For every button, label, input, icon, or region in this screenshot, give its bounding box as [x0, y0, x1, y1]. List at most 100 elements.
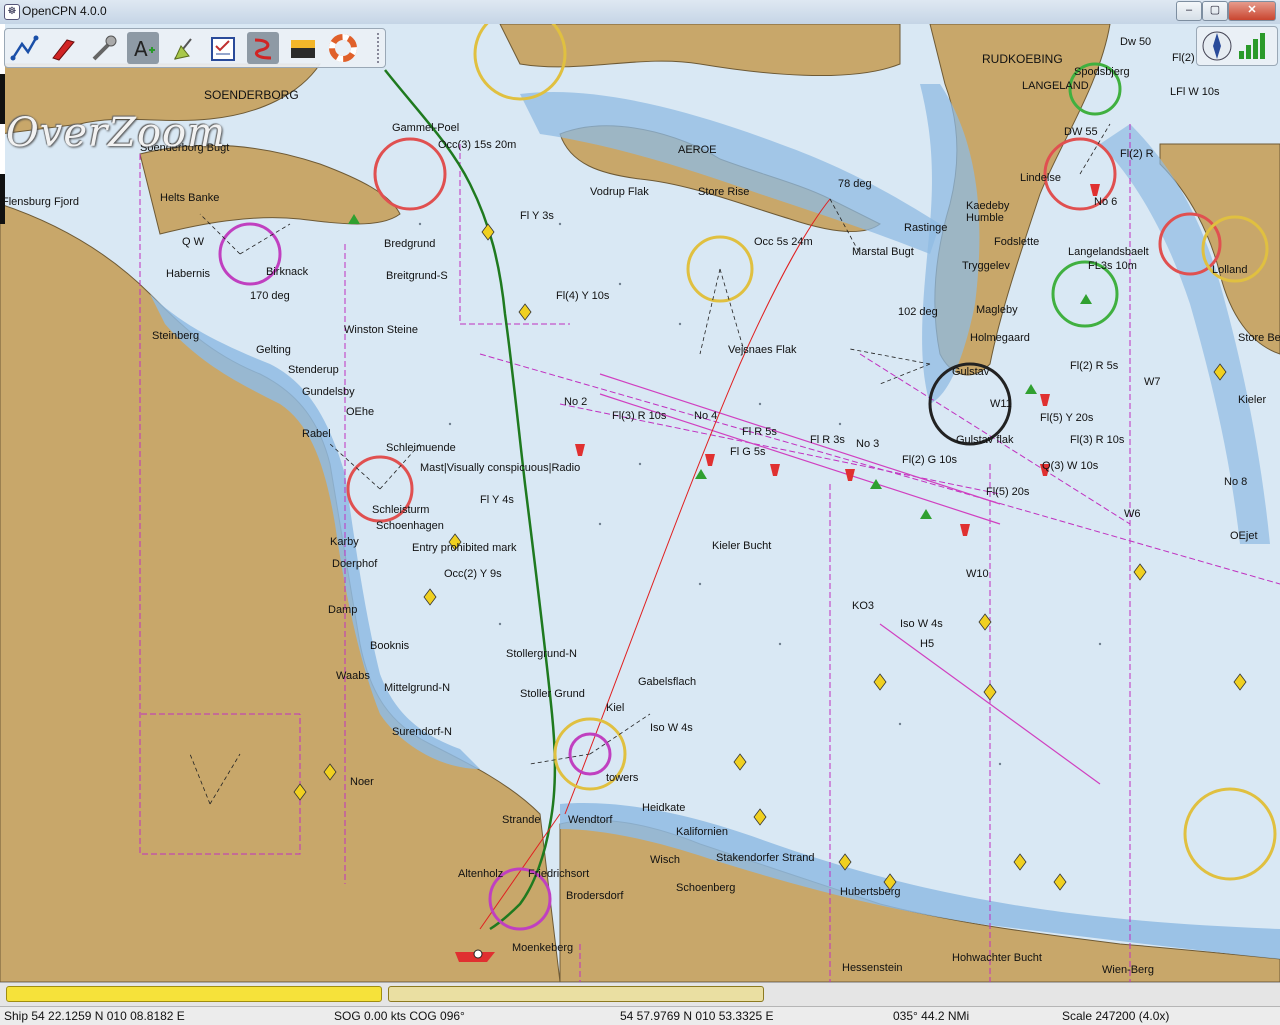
label-vejsnaes-flak: Vejsnaes Flak	[728, 344, 797, 356]
maximize-button[interactable]: ▢	[1202, 1, 1228, 21]
ship-icon[interactable]	[47, 32, 79, 64]
mark-icon[interactable]	[167, 32, 199, 64]
label-moenkeberg: Moenkeberg	[512, 942, 574, 954]
label-oehe: OEhe	[346, 406, 375, 418]
label-stollergrund-n: Stollergrund-N	[506, 648, 577, 660]
status-bearing-distance: 035° 44.2 NMi	[893, 1009, 970, 1023]
status-ship-position: Ship 54 22.1259 N 010 08.8182 E	[4, 1009, 185, 1023]
label-store-rise: Store Rise	[698, 186, 750, 198]
label-occ-5s-24m: Occ 5s 24m	[754, 236, 813, 248]
label-w7: W7	[1144, 376, 1161, 388]
label-surendorf-n: Surendorf-N	[392, 726, 452, 738]
label-stoller-grund: Stoller Grund	[520, 688, 585, 700]
svg-text:A: A	[134, 37, 148, 61]
chart-bar-active[interactable]	[6, 986, 382, 1002]
label-w11: W11	[990, 398, 1012, 410]
label-gabelsflach: Gabelsflach	[638, 676, 697, 688]
text-icon[interactable]: A	[127, 32, 159, 64]
label-helts-banke: Helts Banke	[160, 192, 220, 204]
label-rabel: Rabel	[302, 428, 331, 440]
label-gundelsby: Gundelsby	[302, 386, 355, 398]
mob-icon[interactable]	[327, 32, 359, 64]
label-h5: H5	[920, 638, 935, 650]
label-q3-w-10s: Q(3) W 10s	[1042, 460, 1099, 472]
track-icon[interactable]	[247, 32, 279, 64]
label-fodslette: Fodslette	[994, 236, 1040, 248]
label-doerphof: Doerphof	[332, 558, 378, 570]
status-sog-cog: SOG 0.00 kts COG 096°	[334, 1009, 465, 1023]
label-fl2: Fl(2)	[1172, 52, 1195, 64]
label-fl-g-5s: Fl G 5s	[730, 446, 766, 458]
label-no-3: No 3	[856, 438, 880, 450]
label-fl5-y-20s: Fl(5) Y 20s	[1040, 412, 1094, 424]
label-towers: towers	[606, 772, 639, 784]
label-bredgrund: Bredgrund	[384, 238, 436, 250]
main-toolbar: A	[4, 28, 386, 68]
label-lindelse: Lindelse	[1020, 172, 1061, 184]
minimize-button[interactable]: –	[1176, 1, 1202, 21]
label-stenderup: Stenderup	[288, 364, 339, 376]
toolbar-grip[interactable]	[377, 33, 383, 63]
label-schoenhagen: Schoenhagen	[376, 520, 444, 532]
label-habernis: Habernis	[166, 268, 211, 280]
label-kieler: Kieler	[1238, 394, 1267, 406]
chart-bar-inactive[interactable]	[388, 986, 764, 1002]
label-fl2-g-10s: Fl(2) G 10s	[902, 454, 958, 466]
chart-graphics	[0, 24, 1280, 982]
label-no-4: No 4	[694, 410, 718, 422]
label-damp: Damp	[328, 604, 358, 616]
label-no-8: No 8	[1224, 476, 1248, 488]
label-gulstav: Gulstav	[952, 366, 990, 378]
label-kieler-bucht: Kieler Bucht	[712, 540, 772, 552]
label-ko3: KO3	[852, 600, 875, 612]
opencpn-app-icon[interactable]: ☸	[4, 4, 20, 20]
label-lfl-w-10s: LFl W 10s	[1170, 86, 1220, 98]
label-friedrichsort: Friedrichsort	[528, 868, 590, 880]
settings-icon[interactable]	[87, 32, 119, 64]
label-fl3s-10m: FL3s 10m	[1088, 260, 1137, 272]
route-manager-icon[interactable]	[207, 32, 239, 64]
label-tryggelev: Tryggelev	[962, 260, 1010, 272]
label-karby: Karby	[330, 536, 359, 548]
label-hohwachter-bucht: Hohwachter Bucht	[952, 952, 1042, 964]
label-no-6: No 6	[1094, 196, 1118, 208]
label-iso-w-4s-b: Iso W 4s	[650, 722, 693, 734]
route-icon[interactable]	[8, 32, 40, 64]
chart-bar	[0, 982, 1280, 1007]
label-vodrup-flak: Vodrup Flak	[590, 186, 649, 198]
label-gammel-poel: Gammel-Poel	[392, 122, 460, 134]
label-waabs: Waabs	[336, 670, 370, 682]
label-170-deg: 170 deg	[250, 290, 290, 302]
label-hubertsberg: Hubertsberg	[840, 886, 901, 898]
label-rudkoebing: RUDKOEBING	[982, 52, 1063, 66]
label-entry-prohibited: Entry prohibited mark	[412, 542, 517, 554]
label-steinberg: Steinberg	[152, 330, 200, 342]
tide-icon[interactable]	[287, 32, 319, 64]
label-oejet: OEjet	[1230, 530, 1258, 542]
label-fl-r-5s: Fl R 5s	[742, 426, 777, 438]
label-soenderborg: SOENDERBORG	[204, 88, 299, 102]
status-cursor-position: 54 57.9769 N 010 53.3325 E	[620, 1009, 774, 1023]
label-store-bel: Store Bel	[1238, 332, 1280, 344]
label-wisch: Wisch	[650, 854, 680, 866]
window-title: OpenCPN 4.0.0	[22, 4, 107, 18]
label-stakendorfer-strand: Stakendorfer Strand	[716, 852, 815, 864]
compass-icon	[1202, 31, 1232, 61]
label-schoenberg: Schoenberg	[676, 882, 736, 894]
label-aeroe: AEROE	[678, 144, 717, 156]
label-occ2-y-9s: Occ(2) Y 9s	[444, 568, 502, 580]
label-fl-y-3s: Fl Y 3s	[520, 210, 554, 222]
label-strande: Strande	[502, 814, 541, 826]
compass-gps-panel[interactable]	[1196, 26, 1278, 66]
nautical-chart-canvas[interactable]: SOENDERBORG RUDKOEBING LANGELAND AEROE G…	[0, 24, 1280, 982]
label-kalifornien: Kalifornien	[676, 826, 728, 838]
label-102-deg: 102 deg	[898, 306, 938, 318]
label-noer: Noer	[350, 776, 374, 788]
label-altenholz: Altenholz	[458, 868, 504, 880]
label-lolland: Lolland	[1212, 264, 1248, 276]
close-button[interactable]: ✕	[1228, 1, 1276, 21]
label-spodsbjerg: Spodsbjerg	[1074, 66, 1130, 78]
label-q-w: Q W	[182, 236, 204, 248]
label-brodersdorf: Brodersdorf	[566, 890, 624, 902]
label-heidkate: Heidkate	[642, 802, 686, 814]
